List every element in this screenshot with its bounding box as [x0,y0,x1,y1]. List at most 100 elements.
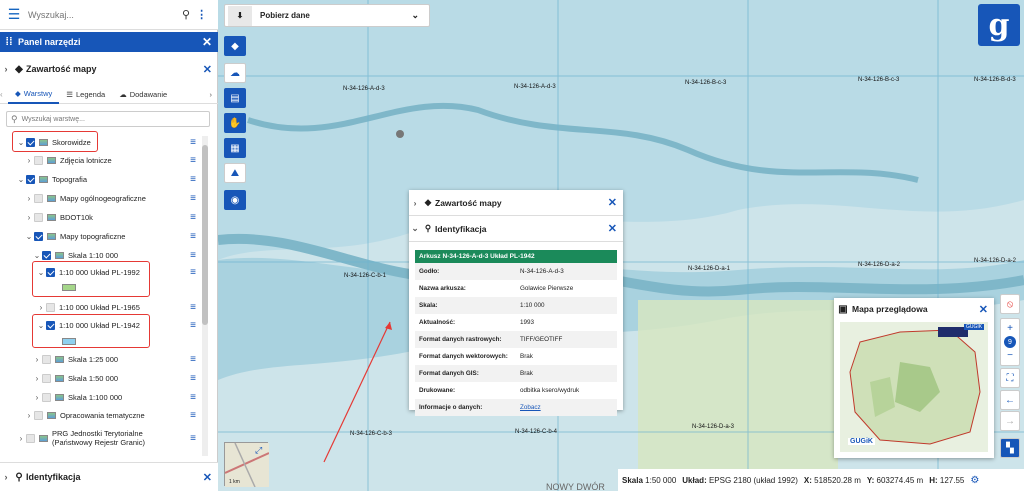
layer-checkbox[interactable] [42,373,51,383]
layer-menu-icon[interactable]: ≡ [190,174,196,185]
layer-checkbox[interactable] [42,354,51,364]
chevron-down-icon[interactable]: ⌄ [32,251,42,260]
scale-label: Skala [622,475,643,485]
layer-menu-icon[interactable]: ≡ [190,410,196,421]
layer-checkbox[interactable] [34,155,43,165]
layer-checkbox[interactable] [34,193,43,203]
download-dropdown[interactable]: ⬇ Pobierz dane ⌄ [224,4,430,27]
layer-menu-icon[interactable]: ≡ [190,250,196,261]
layer-row[interactable]: › BDOT10k ≡ [0,208,200,226]
layer-row[interactable]: › PRG Jednostki Terytorialne (Państwowy … [0,426,200,450]
layer-row[interactable]: › Opracowania tematyczne ≡ [0,406,200,424]
layer-checkbox[interactable] [46,302,55,312]
terrain-tool-button[interactable]: ⛰ [224,163,246,183]
chevron-down-icon[interactable]: ⌄ [24,232,34,241]
chevron-right-icon[interactable]: › [16,434,26,443]
close-icon[interactable]: ✕ [202,35,212,49]
layer-checkbox[interactable] [34,410,43,420]
details-link[interactable]: Zobacz [520,404,617,411]
chevron-down-icon[interactable]: ⌄ [409,223,421,234]
camera-tool-button[interactable]: ◉ [224,190,246,210]
close-icon[interactable]: ✕ [203,63,212,76]
attr-key: Format danych rastrowych: [419,336,502,343]
chevron-down-icon[interactable]: ⌄ [16,175,26,184]
overview-map[interactable]: GUGIK GUGiK [840,322,988,452]
layer-menu-icon[interactable]: ≡ [190,392,196,403]
tabs-next-icon[interactable]: › [210,90,213,99]
layer-row[interactable]: ⌄ Mapy topograficzne ≡ [0,227,200,245]
close-icon[interactable]: ✕ [608,196,617,209]
layer-checkbox[interactable] [26,174,35,184]
app-logo[interactable]: g [978,4,1020,46]
layer-checkbox[interactable] [26,433,35,443]
chevron-right-icon[interactable]: › [24,194,34,203]
layer-menu-icon[interactable]: ≡ [190,137,196,148]
layer-menu-icon[interactable]: ≡ [190,373,196,384]
layer-checkbox[interactable] [34,212,43,222]
layer-checkbox[interactable] [42,250,51,260]
layer-menu-icon[interactable]: ≡ [190,302,196,313]
zoom-out-icon[interactable]: − [1007,350,1013,361]
layer-checkbox[interactable] [34,231,43,241]
layer-row[interactable]: ⌄ Topografia ≡ [0,170,200,188]
print-tool-button[interactable]: ▤ [224,88,246,108]
minimap-thumbnail[interactable]: ⤢ 1 km [224,442,270,488]
chevron-right-icon[interactable]: › [24,213,34,222]
chevron-right-icon[interactable]: › [409,198,421,208]
layer-menu-icon[interactable]: ≡ [190,267,196,278]
layer-menu-icon[interactable]: ≡ [190,320,196,331]
layers-tool-button[interactable]: ◆ [224,36,246,56]
layer-checkbox[interactable] [42,392,51,402]
layer-row[interactable]: › Skala 1:50 000 ≡ [0,369,200,387]
tab-dodawanie[interactable]: ☁ Dodawanie [112,86,174,104]
search-icon: ⚲ [424,223,432,233]
collapse-chevron-icon[interactable]: › [0,472,12,482]
tabs-prev-icon[interactable]: ‹ [0,90,8,99]
fullscreen-icon[interactable]: ⛶ [1000,368,1020,388]
layer-search[interactable]: ⚲ Wyszukaj warstwę... [6,111,210,127]
more-options-icon[interactable]: ⋮ [196,8,207,21]
attr-value: odbitka ksero/wydruk [520,387,580,394]
layer-row[interactable]: › Skala 1:25 000 ≡ [0,350,200,368]
search-icon[interactable]: ⚲ [182,8,190,21]
scale-value: 1:50 000 [645,475,677,485]
layer-label: PRG Jednostki Terytorialne [52,429,143,438]
chevron-right-icon[interactable]: › [24,411,34,420]
layer-menu-icon[interactable]: ≡ [190,155,196,166]
chevron-right-icon[interactable]: › [36,303,46,312]
chevron-right-icon[interactable]: › [24,156,34,165]
cloud-tool-button[interactable]: ☁ [224,63,246,83]
hand-tool-button[interactable]: ✋ [224,113,246,133]
chevron-right-icon[interactable]: › [32,355,42,364]
layer-menu-icon[interactable]: ≡ [190,193,196,204]
tab-warstwy[interactable]: ◆ Warstwy [8,86,60,104]
close-icon[interactable]: ✕ [608,222,617,235]
chevron-right-icon[interactable]: › [32,393,42,402]
overview-toggle-icon[interactable]: ▚ [1000,438,1020,458]
close-icon[interactable]: ✕ [979,303,988,316]
layer-row[interactable]: › Zdjęcia lotnicze ≡ [0,151,200,169]
zoom-in-icon[interactable]: + [1007,323,1013,334]
x-label: X: [803,475,812,485]
layer-menu-icon[interactable]: ≡ [190,212,196,223]
search-input[interactable] [28,9,178,20]
gear-icon[interactable]: ⚙ [970,475,979,486]
no-location-icon[interactable]: ⦸ [1000,294,1020,314]
expand-icon[interactable]: ⤢ [255,445,262,456]
collapse-chevron-icon[interactable]: › [0,64,12,74]
chevron-right-icon[interactable]: › [32,374,42,383]
layer-row[interactable]: › Mapy ogólnogeograficzne ≡ [0,189,200,207]
layer-row[interactable]: › Skala 1:100 000 ≡ [0,388,200,406]
layer-menu-icon[interactable]: ≡ [190,231,196,242]
layer-icon [47,213,56,221]
attr-key: Nazwa arkusza: [419,285,466,292]
close-icon[interactable]: ✕ [203,471,212,484]
layer-menu-icon[interactable]: ≡ [190,433,196,444]
scrollbar-thumb[interactable] [202,145,208,325]
layer-menu-icon[interactable]: ≡ [190,354,196,365]
hamburger-menu-icon[interactable]: ☰ [0,6,28,23]
forward-arrow-icon[interactable]: → [1000,411,1020,431]
tab-legenda[interactable]: ☰ Legenda [59,86,112,104]
back-arrow-icon[interactable]: ← [1000,390,1020,410]
clipboard-tool-button[interactable]: ▦ [224,138,246,158]
